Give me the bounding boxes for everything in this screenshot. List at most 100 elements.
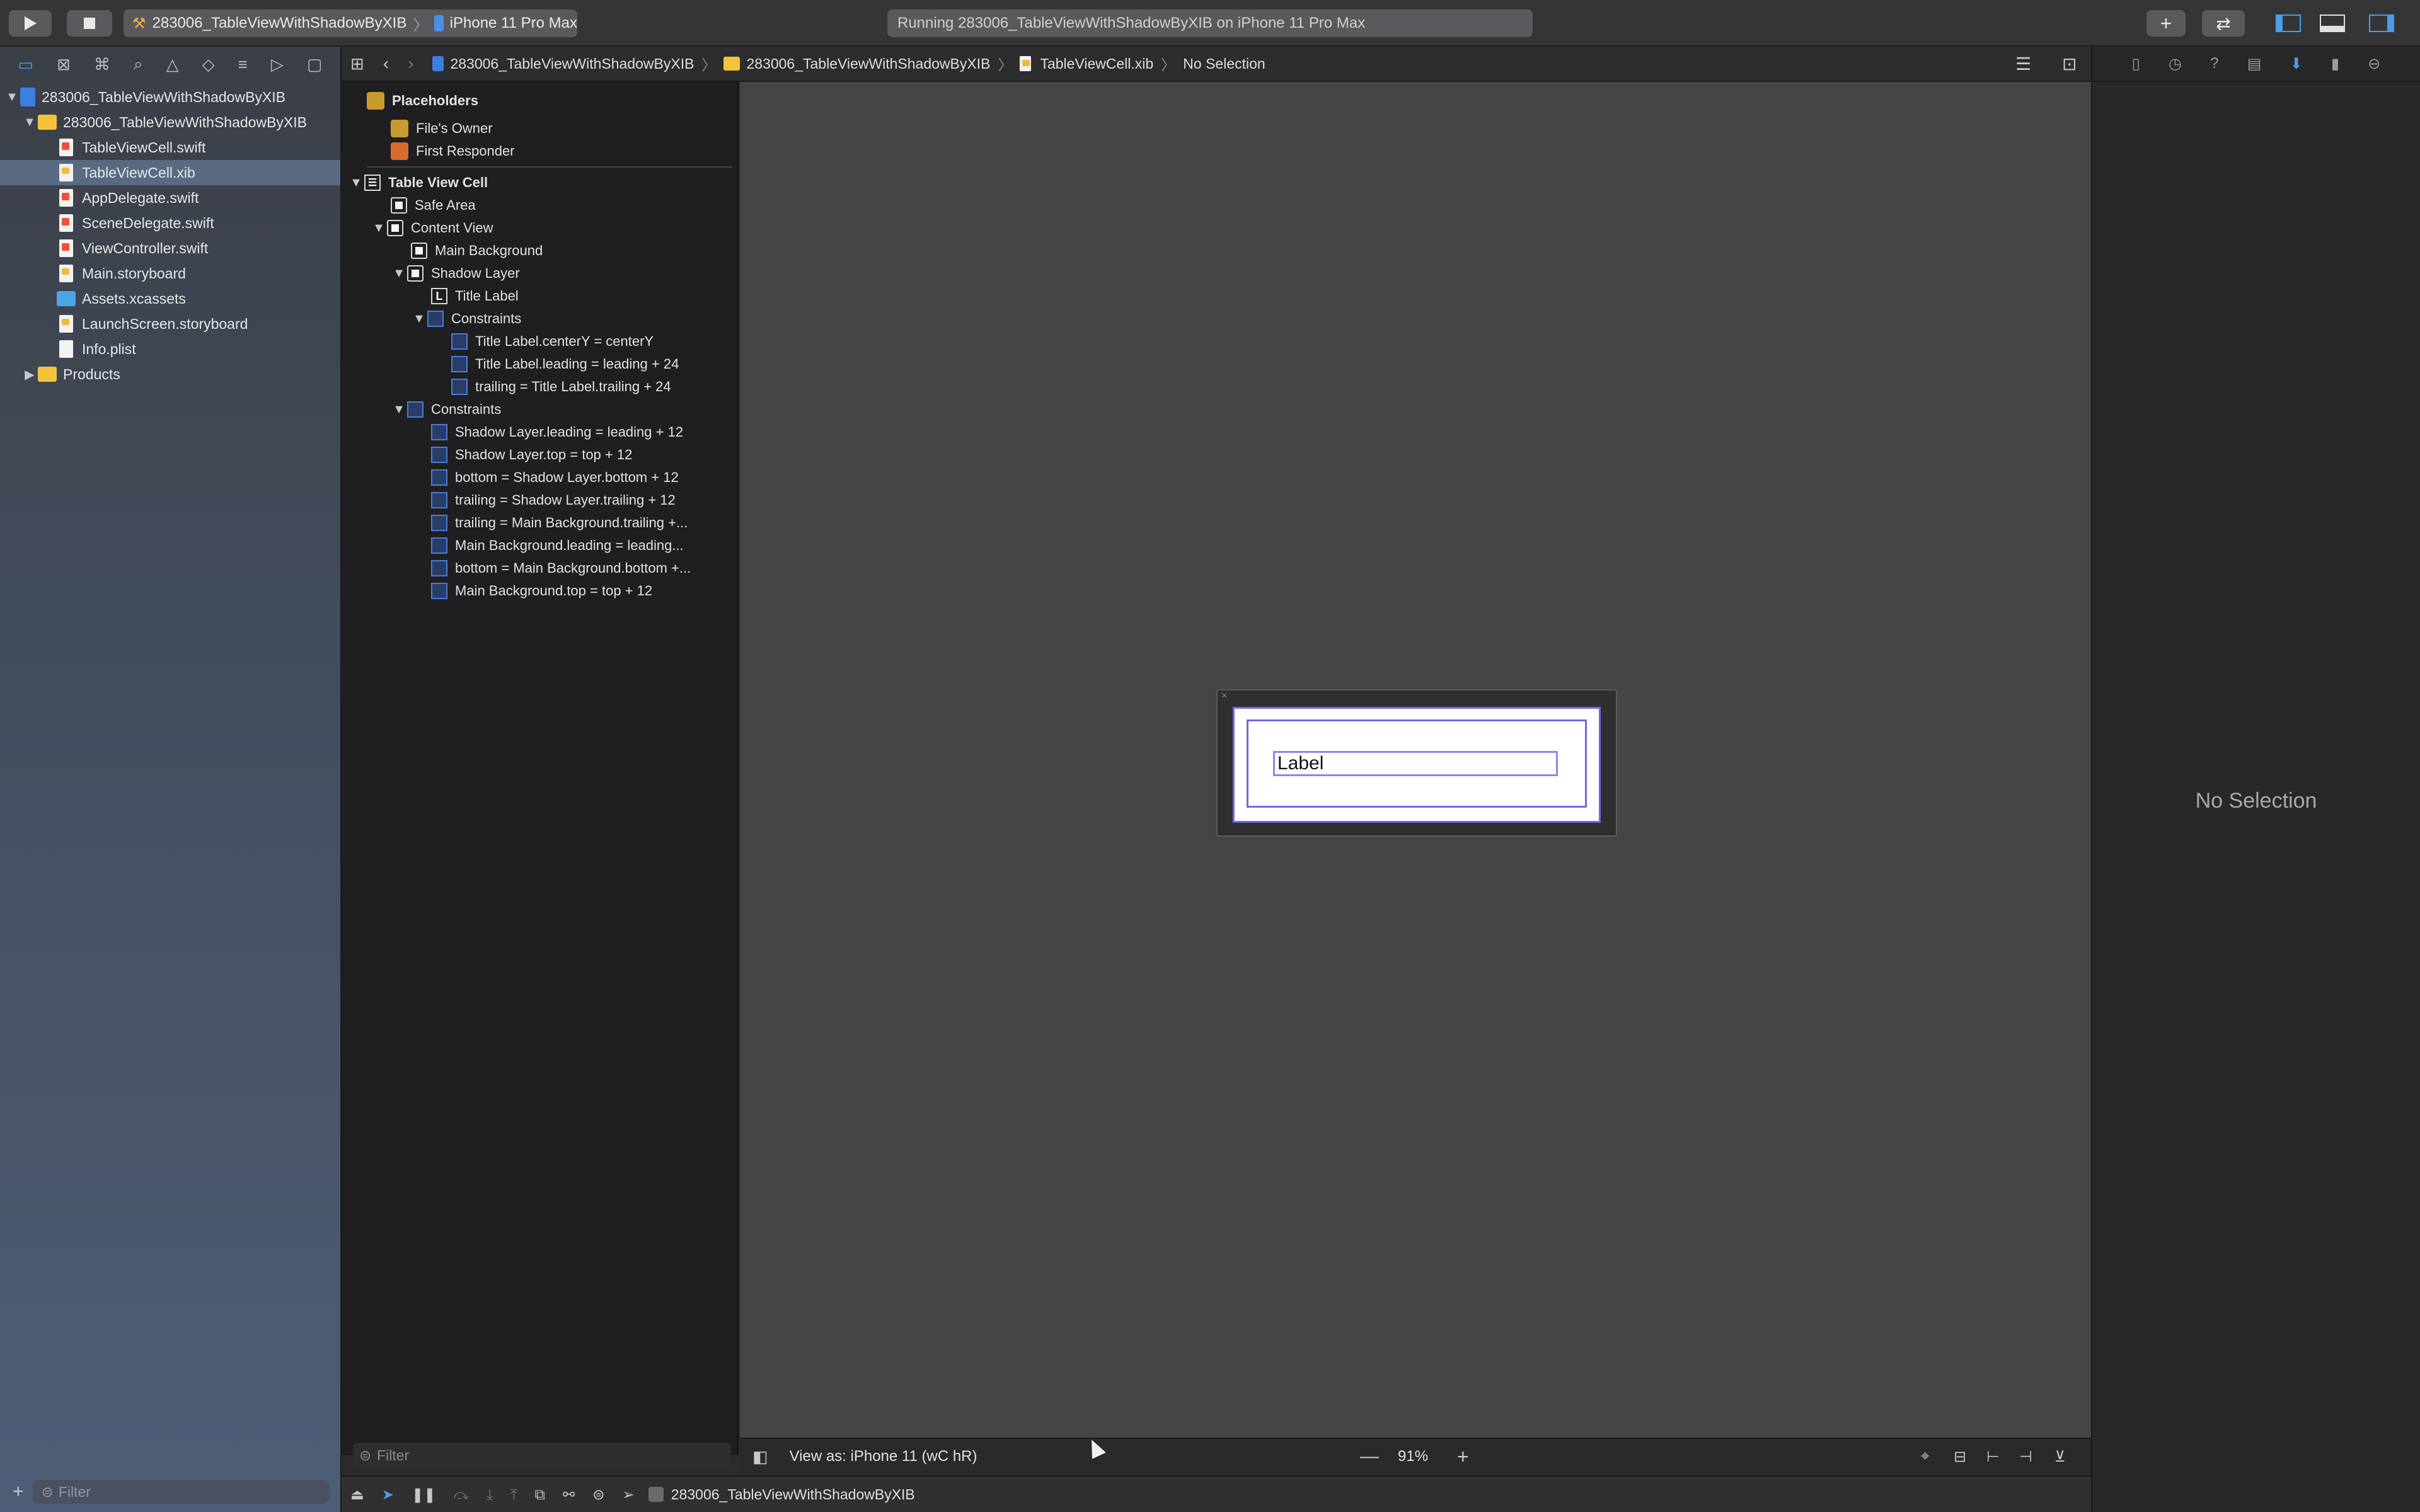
file-row[interactable]: ViewController.swift [0, 236, 340, 261]
jump-file[interactable]: TableViewCell.xib [1020, 55, 1153, 72]
help-icon[interactable]: ? [2210, 55, 2218, 72]
constraint-row[interactable]: trailing = Shadow Layer.trailing + 12 [431, 489, 676, 512]
constraint-row[interactable]: Title Label.centerY = centerY [451, 330, 654, 353]
embed-in-icon[interactable]: ⊻ [2054, 1448, 2066, 1466]
library-button[interactable]: + [2146, 10, 2186, 37]
scheme-selector[interactable]: ⚒ 283006_TableViewWithShadowByXIB 〉 iPho… [124, 9, 577, 37]
constraints-group-row[interactable]: ▼ Constraints [391, 398, 501, 421]
file-row-selected[interactable]: TableViewCell.xib [0, 160, 340, 185]
breakpoints-toggle-icon[interactable]: ➤ [382, 1486, 394, 1503]
warning-icon[interactable]: △ [166, 55, 179, 74]
debug-icon[interactable]: ≡ [238, 55, 248, 74]
disclosure-open-icon[interactable]: ▼ [391, 266, 407, 281]
placeholders-header[interactable]: Placeholders [367, 89, 478, 112]
toggle-navigator-button[interactable] [2267, 10, 2309, 37]
constraint-row[interactable]: trailing = Title Label.trailing + 24 [451, 375, 671, 398]
back-icon[interactable]: ‹ [383, 54, 389, 74]
debug-target[interactable]: 283006_TableViewWithShadowByXIB [671, 1486, 915, 1503]
constraint-row[interactable]: bottom = Main Background.bottom +... [431, 557, 691, 580]
disclosure-closed-icon[interactable]: ▶ [21, 367, 38, 382]
file-row[interactable]: Assets.xcassets [0, 286, 340, 311]
folder-icon[interactable]: ▭ [18, 55, 34, 74]
stop-button[interactable] [67, 10, 112, 37]
disclosure-open-icon[interactable]: ▼ [348, 176, 364, 190]
constraint-row[interactable]: bottom = Shadow Layer.bottom + 12 [431, 466, 679, 489]
content-view-row[interactable]: ▼ Content View [371, 217, 493, 239]
outline-filter-input[interactable]: ⊜ Filter [353, 1443, 731, 1468]
run-button[interactable] [9, 10, 52, 37]
disclosure-open-icon[interactable]: ▼ [391, 403, 407, 417]
disclosure-open-icon[interactable]: ▼ [371, 221, 387, 236]
step-out-icon[interactable]: ⤒ [510, 1486, 517, 1503]
source-control-icon[interactable]: ⊠ [57, 55, 71, 74]
jump-selection[interactable]: No Selection [1183, 55, 1265, 72]
main-background-row[interactable]: Main Background [411, 239, 543, 262]
disclosure-open-icon[interactable]: ▼ [21, 115, 38, 130]
step-over-icon[interactable]: ⤼ [454, 1486, 470, 1503]
zoom-in-icon[interactable]: + [1457, 1445, 1469, 1469]
code-review-button[interactable]: ⇄ [2202, 10, 2245, 37]
step-into-icon[interactable]: ⤓ [487, 1486, 493, 1503]
view-debugger-icon[interactable]: ⧉ [535, 1486, 545, 1503]
add-constraints-icon[interactable]: ⊢ [1986, 1448, 2000, 1466]
products-row[interactable]: ▶ Products [0, 362, 340, 387]
project-row[interactable]: ▼ 283006_TableViewWithShadowByXIB [0, 84, 340, 110]
outline-toggle-icon[interactable]: ◧ [752, 1447, 768, 1467]
test-icon[interactable]: ◇ [202, 55, 215, 74]
file-row[interactable]: AppDelegate.swift [0, 185, 340, 210]
files-owner-row[interactable]: File's Owner [391, 117, 493, 140]
symbol-icon[interactable]: ⌘ [94, 55, 110, 74]
file-row[interactable]: Main.storyboard [0, 261, 340, 286]
jump-group[interactable]: 283006_TableViewWithShadowByXIB [723, 55, 990, 72]
constraint-row[interactable]: Main Background.top = top + 12 [431, 580, 652, 602]
group-row[interactable]: ▼ 283006_TableViewWithShadowByXIB [0, 110, 340, 135]
search-icon[interactable]: ⌕ [134, 54, 143, 74]
constraints-group-row[interactable]: ▼ Constraints [411, 307, 521, 330]
connections-icon[interactable]: ⊖ [2368, 55, 2380, 73]
jump-project[interactable]: 283006_TableViewWithShadowByXIB [432, 55, 694, 72]
constraint-row[interactable]: trailing = Main Background.trailing +... [431, 512, 688, 534]
title-label-row[interactable]: L Title Label [431, 285, 519, 307]
constraint-row[interactable]: Title Label.leading = leading + 24 [451, 353, 679, 375]
resolve-issues-icon[interactable]: ⊣ [2019, 1448, 2032, 1466]
hide-debug-area-icon[interactable]: ⏏ [350, 1486, 364, 1503]
editor-options-icon[interactable]: ☰ [2015, 54, 2031, 74]
first-responder-row[interactable]: First Responder [391, 140, 515, 163]
add-icon[interactable]: + [13, 1481, 24, 1503]
file-row[interactable]: Info.plist [0, 336, 340, 362]
toggle-debug-area-button[interactable] [2312, 10, 2353, 37]
navigator-filter-input[interactable]: ⊜ Filter [32, 1480, 329, 1504]
file-row[interactable]: SceneDelegate.swift [0, 210, 340, 236]
title-label-view[interactable]: Label [1273, 751, 1558, 776]
report-icon[interactable]: ▢ [307, 55, 323, 74]
related-items-icon[interactable]: ⊞ [350, 54, 364, 74]
breakpoint-icon[interactable]: ▷ [271, 55, 284, 74]
file-row[interactable]: TableViewCell.swift [0, 135, 340, 160]
shadow-layer-row[interactable]: ▼ Shadow Layer [391, 262, 520, 285]
add-editor-icon[interactable]: ⊡ [2062, 54, 2077, 74]
toggle-inspector-button[interactable] [2361, 10, 2402, 37]
file-row[interactable]: LaunchScreen.storyboard [0, 311, 340, 336]
history-icon[interactable]: ◷ [2169, 55, 2182, 73]
safe-area-row[interactable]: Safe Area [391, 194, 476, 217]
disclosure-open-icon[interactable]: ▼ [411, 312, 427, 326]
close-icon[interactable]: × [1221, 690, 1227, 702]
forward-icon[interactable]: › [408, 54, 413, 74]
attributes-icon[interactable]: ⬇ [2290, 55, 2303, 73]
zoom-level[interactable]: 91% [1398, 1448, 1428, 1465]
size-icon[interactable]: ▮ [2331, 55, 2339, 73]
memory-graph-icon[interactable]: ⚯ [563, 1486, 575, 1503]
constraint-row[interactable]: Main Background.leading = leading... [431, 534, 684, 557]
align-icon[interactable]: ⊟ [1954, 1448, 1966, 1466]
pause-icon[interactable]: ❚❚ [412, 1486, 436, 1503]
view-as-button[interactable]: View as: iPhone 11 (wC hR) [790, 1448, 977, 1465]
environment-overrides-icon[interactable]: ⊜ [592, 1486, 604, 1503]
simulate-location-icon[interactable]: ➢ [623, 1486, 635, 1503]
update-frames-icon[interactable]: ⌖ [1921, 1448, 1930, 1465]
file-inspector-icon[interactable]: ▯ [2132, 55, 2140, 73]
zoom-out-icon[interactable]: — [1360, 1446, 1379, 1467]
constraint-row[interactable]: Shadow Layer.top = top + 12 [431, 444, 632, 466]
identity-icon[interactable]: ▤ [2247, 55, 2262, 73]
table-view-cell-row[interactable]: ▼ ☰ Table View Cell [348, 171, 488, 194]
disclosure-open-icon[interactable]: ▼ [4, 90, 20, 105]
